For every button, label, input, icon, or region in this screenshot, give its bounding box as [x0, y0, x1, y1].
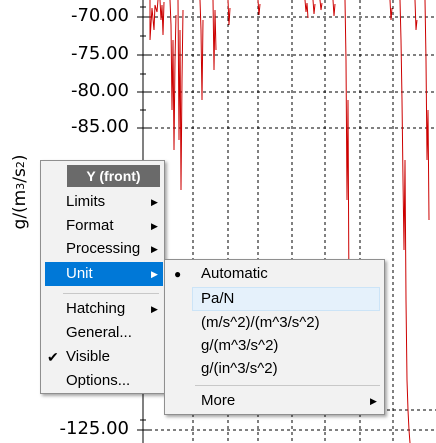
unit-option-label: Automatic — [201, 265, 268, 282]
menu-item-label: Visible — [66, 348, 110, 365]
unit-option-ms2-m3s2[interactable]: (m/s^2)/(m^3/s^2) — [165, 311, 384, 335]
unit-option-label: g/(m^3/s^2) — [201, 337, 279, 354]
unit-option-label: More — [201, 392, 236, 409]
submenu-arrow-icon: ▶ — [151, 221, 158, 231]
unit-option-pa-n[interactable]: Pa/N — [192, 287, 380, 311]
unit-option-g-in3s2[interactable]: g/(in^3/s^2) — [165, 357, 384, 381]
y-tick-label: -80.00 — [70, 80, 129, 101]
unit-option-g-m3s2[interactable]: g/(m^3/s^2) — [165, 334, 384, 358]
submenu-arrow-icon: ▶ — [151, 197, 158, 207]
menu-item-general[interactable]: General... — [41, 321, 164, 345]
y-unit-mid: /s — [10, 168, 30, 183]
submenu-arrow-icon: ▶ — [370, 396, 377, 406]
menu-item-label: Unit — [66, 265, 93, 282]
y-tick-label: -125.00 — [59, 418, 129, 439]
unit-option-label: (m/s^2)/(m^3/s^2) — [201, 314, 320, 331]
y-axis-unit-label: g/(m 3/s 2) — [0, 155, 42, 230]
menu-item-unit[interactable]: Unit ▶ — [45, 262, 163, 286]
menu-item-format[interactable]: Format ▶ — [41, 214, 164, 238]
menu-item-processing[interactable]: Processing ▶ — [41, 237, 164, 261]
menu-item-options[interactable]: Options... — [41, 369, 164, 393]
checkmark-icon: ✔ — [47, 349, 59, 365]
menu-item-label: Processing — [66, 240, 141, 257]
menu-separator — [195, 385, 380, 386]
submenu-arrow-icon: ▶ — [151, 244, 158, 254]
menu-item-label: Limits — [66, 193, 106, 210]
unit-option-label: g/(in^3/s^2) — [201, 360, 278, 377]
context-menu-title: Y (front) — [67, 165, 160, 187]
y-tick-label: -85.00 — [70, 116, 129, 137]
y-unit-end: ) — [10, 154, 30, 162]
plot-window: g/(m 3/s 2) -70.00 -75.00 -80.00 -85.00 -1… — [0, 0, 436, 443]
unit-option-label: Pa/N — [201, 290, 235, 307]
y-tick-label: -70.00 — [70, 5, 129, 26]
radio-selected-icon: ● — [174, 267, 182, 281]
menu-separator — [63, 293, 159, 294]
y-unit-exp2: 2 — [13, 161, 27, 169]
menu-item-label: Options... — [66, 372, 131, 389]
menu-item-label: Hatching — [66, 300, 126, 317]
unit-option-automatic[interactable]: ● Automatic — [165, 262, 384, 286]
unit-submenu: ● Automatic Pa/N (m/s^2)/(m^3/s^2) g/(m^… — [164, 259, 385, 415]
y-unit-base: g/(m — [10, 189, 30, 230]
unit-option-more[interactable]: More ▶ — [165, 389, 384, 413]
menu-item-label: Format — [66, 217, 114, 234]
menu-item-hatching[interactable]: Hatching ▶ — [41, 297, 164, 321]
menu-item-limits[interactable]: Limits ▶ — [41, 190, 164, 214]
submenu-arrow-icon: ▶ — [151, 269, 158, 279]
y-tick-label: -75.00 — [70, 43, 129, 64]
axis-context-menu: Y (front) Limits ▶ Format ▶ Processing ▶… — [40, 160, 165, 394]
menu-item-label: General... — [66, 324, 132, 341]
submenu-arrow-icon: ▶ — [151, 304, 158, 314]
y-unit-exp1: 3 — [13, 182, 27, 190]
menu-item-visible[interactable]: ✔ Visible — [41, 345, 164, 369]
